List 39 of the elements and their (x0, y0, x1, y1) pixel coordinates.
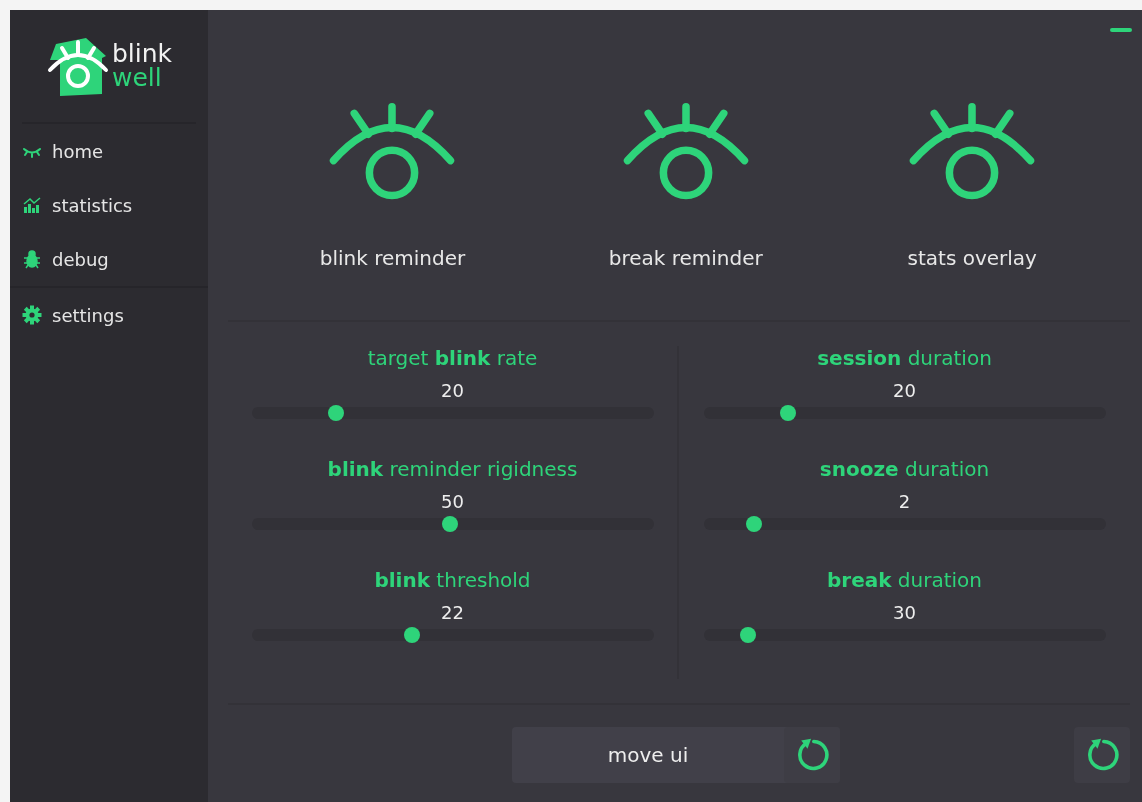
slider-label: target blink rate (367, 346, 538, 370)
slider-thumb[interactable] (739, 627, 756, 643)
slider-thumb[interactable] (327, 405, 344, 421)
slider-value: 22 (441, 602, 464, 623)
slider-label: blink threshold (374, 568, 531, 592)
reset-button[interactable] (1074, 727, 1130, 783)
sidebar-item[interactable]: debug (10, 232, 208, 286)
slider-track[interactable] (251, 407, 654, 419)
slider-thumb[interactable] (745, 516, 762, 532)
logo-text: well (111, 66, 163, 90)
bug-icon (22, 249, 42, 269)
slider-value: 2 (898, 491, 911, 512)
slider-thumb[interactable] (442, 516, 459, 532)
feature-label: break reminder (608, 246, 763, 270)
slider-value: 20 (893, 380, 916, 401)
minimize-icon[interactable] (1110, 28, 1132, 32)
slider-value: 20 (441, 380, 464, 401)
slider-thumb[interactable] (779, 405, 796, 421)
chart-icon (22, 195, 42, 215)
slider-track[interactable] (251, 629, 654, 641)
slider-track[interactable] (703, 407, 1106, 419)
slider-value: 50 (441, 491, 464, 512)
logo-text: blink (111, 42, 173, 66)
slider-track[interactable] (703, 629, 1106, 641)
feature-label: blink reminder (319, 246, 466, 270)
slider-label: session duration (817, 346, 992, 370)
settings-icon (22, 305, 42, 325)
sidebar-item[interactable]: statistics (10, 178, 208, 232)
sidebar-item[interactable]: settings (10, 288, 208, 342)
feature-label: stats overlay (907, 246, 1037, 270)
slider-value: 30 (893, 602, 916, 623)
slider-label: snooze duration (819, 457, 990, 481)
slider-track[interactable] (251, 518, 654, 530)
slider-thumb[interactable] (404, 627, 421, 643)
move-ui-button[interactable]: move ui (512, 727, 840, 783)
slider-track[interactable] (703, 518, 1106, 530)
slider-label: blink reminder rigidness (327, 457, 578, 481)
slider-label: break duration (826, 568, 983, 592)
sidebar-item[interactable]: home (10, 124, 208, 178)
